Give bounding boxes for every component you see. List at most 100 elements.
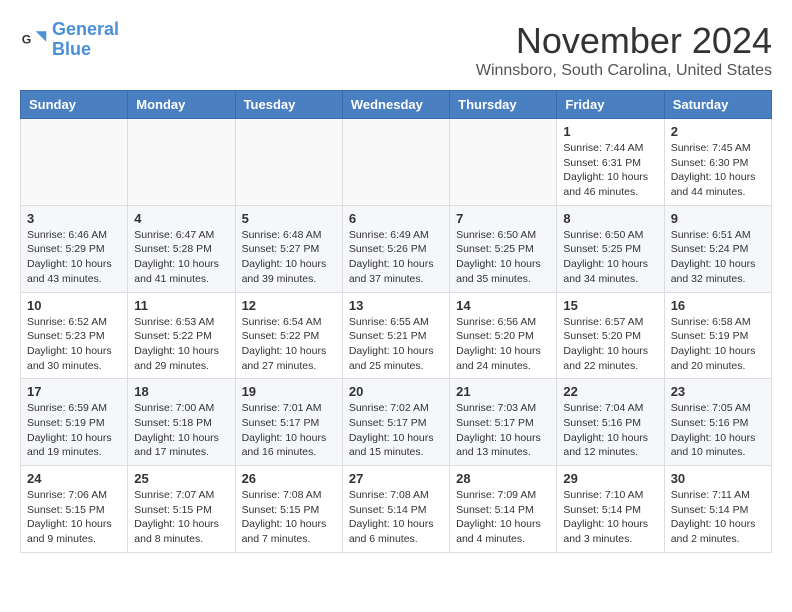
calendar-cell: 1 Sunrise: 7:44 AM Sunset: 6:31 PM Daylig… bbox=[557, 119, 664, 206]
day-info: Sunrise: 7:44 AM Sunset: 6:31 PM Dayligh… bbox=[563, 141, 657, 200]
day-info: Sunrise: 7:08 AM Sunset: 5:14 PM Dayligh… bbox=[349, 488, 443, 547]
day-number: 2 bbox=[671, 124, 765, 139]
day-number: 25 bbox=[134, 471, 228, 486]
logo: G General Blue bbox=[20, 20, 119, 60]
day-info: Sunrise: 6:53 AM Sunset: 5:22 PM Dayligh… bbox=[134, 315, 228, 374]
calendar-cell bbox=[235, 119, 342, 206]
day-info: Sunrise: 7:02 AM Sunset: 5:17 PM Dayligh… bbox=[349, 401, 443, 460]
day-info: Sunrise: 7:05 AM Sunset: 5:16 PM Dayligh… bbox=[671, 401, 765, 460]
title-block: November 2024 Winnsboro, South Carolina,… bbox=[476, 20, 772, 80]
calendar-cell: 26 Sunrise: 7:08 AM Sunset: 5:15 PM Dayli… bbox=[235, 466, 342, 553]
day-number: 17 bbox=[27, 384, 121, 399]
day-info: Sunrise: 7:45 AM Sunset: 6:30 PM Dayligh… bbox=[671, 141, 765, 200]
day-info: Sunrise: 6:57 AM Sunset: 5:20 PM Dayligh… bbox=[563, 315, 657, 374]
calendar-week-row: 1 Sunrise: 7:44 AM Sunset: 6:31 PM Daylig… bbox=[21, 119, 772, 206]
day-number: 9 bbox=[671, 211, 765, 226]
day-number: 23 bbox=[671, 384, 765, 399]
weekday-header: Saturday bbox=[664, 91, 771, 119]
day-info: Sunrise: 6:49 AM Sunset: 5:26 PM Dayligh… bbox=[349, 228, 443, 287]
calendar-cell: 8 Sunrise: 6:50 AM Sunset: 5:25 PM Daylig… bbox=[557, 205, 664, 292]
day-number: 3 bbox=[27, 211, 121, 226]
day-info: Sunrise: 7:01 AM Sunset: 5:17 PM Dayligh… bbox=[242, 401, 336, 460]
day-number: 18 bbox=[134, 384, 228, 399]
day-info: Sunrise: 6:50 AM Sunset: 5:25 PM Dayligh… bbox=[456, 228, 550, 287]
weekday-header: Monday bbox=[128, 91, 235, 119]
location: Winnsboro, South Carolina, United States bbox=[476, 62, 772, 80]
day-info: Sunrise: 6:46 AM Sunset: 5:29 PM Dayligh… bbox=[27, 228, 121, 287]
day-info: Sunrise: 7:09 AM Sunset: 5:14 PM Dayligh… bbox=[456, 488, 550, 547]
day-number: 26 bbox=[242, 471, 336, 486]
day-number: 27 bbox=[349, 471, 443, 486]
day-number: 6 bbox=[349, 211, 443, 226]
day-number: 7 bbox=[456, 211, 550, 226]
calendar-cell: 24Sunrise: 7:06 AM Sunset: 5:15 PM Dayli… bbox=[21, 466, 128, 553]
day-info: Sunrise: 6:52 AM Sunset: 5:23 PM Dayligh… bbox=[27, 315, 121, 374]
day-number: 20 bbox=[349, 384, 443, 399]
calendar-cell: 2 Sunrise: 7:45 AM Sunset: 6:30 PM Daylig… bbox=[664, 119, 771, 206]
page-header: G General Blue November 2024 Winnsboro, … bbox=[20, 20, 772, 80]
day-number: 29 bbox=[563, 471, 657, 486]
day-info: Sunrise: 6:58 AM Sunset: 5:19 PM Dayligh… bbox=[671, 315, 765, 374]
calendar-cell: 12Sunrise: 6:54 AM Sunset: 5:22 PM Dayli… bbox=[235, 292, 342, 379]
logo-icon: G bbox=[20, 26, 48, 54]
weekday-header: Wednesday bbox=[342, 91, 449, 119]
calendar-cell: 16 Sunrise: 6:58 AM Sunset: 5:19 PM Dayli… bbox=[664, 292, 771, 379]
day-info: Sunrise: 7:07 AM Sunset: 5:15 PM Dayligh… bbox=[134, 488, 228, 547]
day-number: 11 bbox=[134, 298, 228, 313]
day-number: 10 bbox=[27, 298, 121, 313]
day-info: Sunrise: 6:59 AM Sunset: 5:19 PM Dayligh… bbox=[27, 401, 121, 460]
day-info: Sunrise: 7:11 AM Sunset: 5:14 PM Dayligh… bbox=[671, 488, 765, 547]
calendar-cell: 13 Sunrise: 6:55 AM Sunset: 5:21 PM Dayli… bbox=[342, 292, 449, 379]
day-info: Sunrise: 6:47 AM Sunset: 5:28 PM Dayligh… bbox=[134, 228, 228, 287]
calendar-cell: 18 Sunrise: 7:00 AM Sunset: 5:18 PM Dayli… bbox=[128, 379, 235, 466]
calendar-week-row: 3 Sunrise: 6:46 AM Sunset: 5:29 PM Daylig… bbox=[21, 205, 772, 292]
day-number: 5 bbox=[242, 211, 336, 226]
weekday-header: Friday bbox=[557, 91, 664, 119]
calendar-cell: 25 Sunrise: 7:07 AM Sunset: 5:15 PM Dayli… bbox=[128, 466, 235, 553]
day-number: 30 bbox=[671, 471, 765, 486]
calendar-cell: 7 Sunrise: 6:50 AM Sunset: 5:25 PM Daylig… bbox=[450, 205, 557, 292]
day-info: Sunrise: 7:04 AM Sunset: 5:16 PM Dayligh… bbox=[563, 401, 657, 460]
day-number: 8 bbox=[563, 211, 657, 226]
day-number: 16 bbox=[671, 298, 765, 313]
day-number: 22 bbox=[563, 384, 657, 399]
day-number: 12 bbox=[242, 298, 336, 313]
day-number: 28 bbox=[456, 471, 550, 486]
calendar-week-row: 10 Sunrise: 6:52 AM Sunset: 5:23 PM Dayli… bbox=[21, 292, 772, 379]
day-number: 13 bbox=[349, 298, 443, 313]
day-info: Sunrise: 6:50 AM Sunset: 5:25 PM Dayligh… bbox=[563, 228, 657, 287]
day-info: Sunrise: 7:06 AM Sunset: 5:15 PM Dayligh… bbox=[27, 488, 121, 547]
calendar-cell: 21 Sunrise: 7:03 AM Sunset: 5:17 PM Dayli… bbox=[450, 379, 557, 466]
calendar-cell: 6 Sunrise: 6:49 AM Sunset: 5:26 PM Daylig… bbox=[342, 205, 449, 292]
calendar-cell: 30 Sunrise: 7:11 AM Sunset: 5:14 PM Dayli… bbox=[664, 466, 771, 553]
day-info: Sunrise: 7:00 AM Sunset: 5:18 PM Dayligh… bbox=[134, 401, 228, 460]
calendar-cell: 23 Sunrise: 7:05 AM Sunset: 5:16 PM Dayli… bbox=[664, 379, 771, 466]
calendar-cell bbox=[21, 119, 128, 206]
calendar-cell: 27 Sunrise: 7:08 AM Sunset: 5:14 PM Dayli… bbox=[342, 466, 449, 553]
calendar-cell: 15 Sunrise: 6:57 AM Sunset: 5:20 PM Dayli… bbox=[557, 292, 664, 379]
day-info: Sunrise: 7:10 AM Sunset: 5:14 PM Dayligh… bbox=[563, 488, 657, 547]
calendar-cell: 5Sunrise: 6:48 AM Sunset: 5:27 PM Daylig… bbox=[235, 205, 342, 292]
weekday-header: Sunday bbox=[21, 91, 128, 119]
day-info: Sunrise: 7:03 AM Sunset: 5:17 PM Dayligh… bbox=[456, 401, 550, 460]
day-number: 1 bbox=[563, 124, 657, 139]
calendar-cell: 11 Sunrise: 6:53 AM Sunset: 5:22 PM Dayli… bbox=[128, 292, 235, 379]
calendar-cell bbox=[128, 119, 235, 206]
weekday-header: Thursday bbox=[450, 91, 557, 119]
day-number: 21 bbox=[456, 384, 550, 399]
day-number: 15 bbox=[563, 298, 657, 313]
day-info: Sunrise: 6:55 AM Sunset: 5:21 PM Dayligh… bbox=[349, 315, 443, 374]
calendar: SundayMondayTuesdayWednesdayThursdayFrid… bbox=[20, 90, 772, 553]
calendar-week-row: 17 Sunrise: 6:59 AM Sunset: 5:19 PM Dayli… bbox=[21, 379, 772, 466]
day-number: 19 bbox=[242, 384, 336, 399]
calendar-cell: 20 Sunrise: 7:02 AM Sunset: 5:17 PM Dayli… bbox=[342, 379, 449, 466]
calendar-cell: 28 Sunrise: 7:09 AM Sunset: 5:14 PM Dayli… bbox=[450, 466, 557, 553]
day-info: Sunrise: 7:08 AM Sunset: 5:15 PM Dayligh… bbox=[242, 488, 336, 547]
calendar-cell: 10 Sunrise: 6:52 AM Sunset: 5:23 PM Dayli… bbox=[21, 292, 128, 379]
calendar-cell: 19 Sunrise: 7:01 AM Sunset: 5:17 PM Dayli… bbox=[235, 379, 342, 466]
calendar-cell: 22 Sunrise: 7:04 AM Sunset: 5:16 PM Dayli… bbox=[557, 379, 664, 466]
weekday-header-row: SundayMondayTuesdayWednesdayThursdayFrid… bbox=[21, 91, 772, 119]
day-info: Sunrise: 6:56 AM Sunset: 5:20 PM Dayligh… bbox=[456, 315, 550, 374]
calendar-week-row: 24Sunrise: 7:06 AM Sunset: 5:15 PM Dayli… bbox=[21, 466, 772, 553]
weekday-header: Tuesday bbox=[235, 91, 342, 119]
